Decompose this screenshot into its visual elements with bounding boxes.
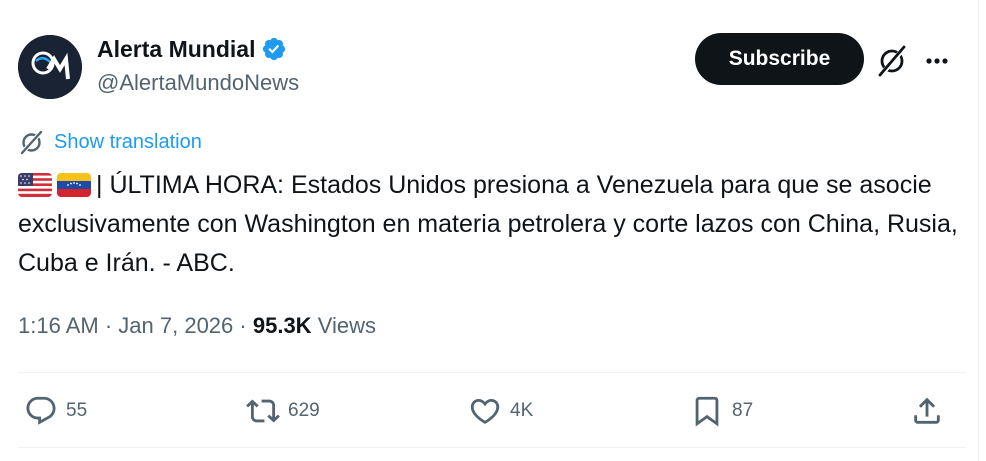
us-flag-icon [18, 173, 52, 197]
like-count: 4K [510, 400, 534, 421]
repost-button[interactable]: 629 [246, 392, 320, 430]
reply-button[interactable]: 55 [24, 392, 87, 430]
repost-icon [246, 399, 280, 423]
subscribe-button[interactable]: Subscribe [695, 33, 864, 85]
author-handle[interactable]: @AlertaMundoNews [97, 70, 299, 96]
tweet-body: | ÚLTIMA HORA: Estados Unidos presiona a… [18, 171, 965, 277]
grok-icon[interactable] [875, 44, 909, 78]
views-count: 95.3K [252, 313, 312, 338]
meta-separator: · [239, 313, 247, 338]
more-icon[interactable] [920, 46, 954, 76]
show-translation-label: Show translation [54, 131, 202, 153]
show-translation-link[interactable]: Show translation [18, 128, 202, 156]
column-border [978, 0, 979, 461]
heart-icon [470, 398, 500, 424]
venezuela-flag-icon [57, 173, 91, 197]
like-button[interactable]: 4K [468, 392, 533, 430]
meta-separator: · [104, 313, 113, 338]
divider [18, 372, 966, 373]
bookmark-count: 87 [732, 400, 754, 421]
divider [18, 447, 966, 448]
display-name-text: Alerta Mundial [97, 36, 256, 62]
reply-icon [26, 396, 56, 425]
views-label: Views [317, 313, 376, 338]
tweet-date[interactable]: Jan 7, 2026 [118, 313, 233, 338]
translate-icon [20, 129, 43, 155]
reply-count: 55 [66, 400, 88, 421]
share-icon [914, 397, 940, 424]
display-name[interactable]: Alerta Mundial [97, 35, 287, 63]
tweet-card: Alerta Mundial @AlertaMundoNews Subscrib… [0, 0, 978, 461]
share-button[interactable] [910, 392, 944, 430]
avatar[interactable] [18, 35, 82, 99]
tweet-meta: 1:16 AM · Jan 7, 2026 · 95.3K Views [18, 312, 376, 340]
tweet-time[interactable]: 1:16 AM [18, 313, 99, 338]
bookmark-button[interactable]: 87 [690, 392, 753, 430]
alerta-mundial-logo [18, 35, 82, 99]
bookmark-icon [695, 396, 719, 427]
verified-badge-icon [263, 37, 286, 61]
tweet-text: | ÚLTIMA HORA: Estados Unidos presiona a… [18, 166, 966, 283]
repost-count: 629 [288, 400, 320, 421]
